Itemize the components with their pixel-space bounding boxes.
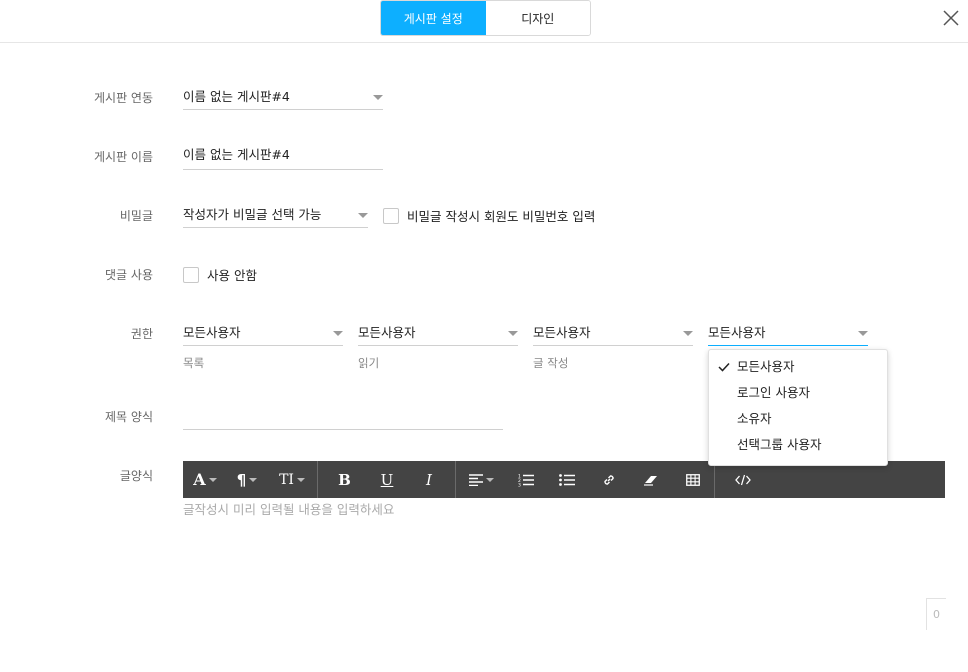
close-icon [943, 10, 959, 26]
permission-read-sublabel: 읽기 [358, 356, 380, 370]
italic-icon: I [426, 470, 432, 489]
close-button[interactable] [942, 9, 960, 27]
permission-write-sublabel: 글 작성 [533, 356, 569, 370]
permission-dropdown-menu: 모든사용자 로그인 사용자 소유자 선택그룹 사용자 [708, 349, 888, 466]
tab-design[interactable]: 디자인 [485, 1, 590, 35]
permission-write-value: 모든사용자 [533, 325, 591, 340]
dropdown-option-label: 선택그룹 사용자 [737, 437, 822, 452]
link-button[interactable] [588, 461, 630, 498]
secret-password-checkbox-label: 비밀글 작성시 회원도 비밀번호 입력 [407, 209, 596, 224]
paragraph-button[interactable]: ¶ [227, 461, 267, 498]
comment-disable-label: 사용 안함 [207, 268, 257, 283]
checkbox-box[interactable] [183, 266, 199, 283]
dropdown-option-logged-in[interactable]: 로그인 사용자 [709, 380, 887, 406]
chevron-down-icon [508, 331, 518, 336]
title-format-label: 제목 양식 [105, 410, 153, 424]
board-name-input[interactable]: 이름 없는 게시판#4 [183, 142, 383, 170]
top-bar: 게시판 설정 디자인 [0, 0, 968, 43]
font-size-icon: TI [279, 471, 294, 488]
comment-disable-checkbox[interactable]: 사용 안함 [183, 265, 257, 284]
italic-button[interactable]: I [403, 461, 455, 498]
comment-label: 댓글 사용 [105, 268, 153, 282]
permission-list-select[interactable]: 모든사용자 [183, 320, 343, 346]
code-icon [735, 474, 751, 485]
eraser-icon [644, 475, 657, 486]
body-format-editor[interactable]: 글작성시 미리 입력될 내용을 입력하세요 [183, 499, 394, 518]
font-size-button[interactable]: TI [267, 461, 317, 498]
eraser-button[interactable] [630, 461, 672, 498]
align-left-icon [468, 473, 483, 486]
table-icon [686, 473, 700, 486]
secret-post-select[interactable]: 작성자가 비밀글 선택 가능 [183, 202, 368, 228]
bold-button[interactable]: B [318, 461, 371, 498]
chevron-down-icon [858, 331, 868, 336]
board-name-value: 이름 없는 게시판#4 [183, 147, 290, 162]
tab-group: 게시판 설정 디자인 [380, 0, 591, 36]
editor-toolbar: A ¶ TI B U I 1 2 3 [183, 461, 945, 498]
paragraph-icon: ¶ [236, 470, 247, 489]
bullet-list-button[interactable] [546, 461, 588, 498]
chevron-down-icon [358, 213, 368, 218]
dropdown-option-owner[interactable]: 소유자 [709, 406, 887, 432]
chevron-down-icon [333, 331, 343, 336]
permission-read-value: 모든사용자 [358, 325, 416, 340]
dropdown-option-selected-group[interactable]: 선택그룹 사용자 [709, 432, 887, 458]
checkbox-box[interactable] [383, 207, 399, 224]
font-icon: A [193, 470, 206, 489]
table-button[interactable] [672, 461, 714, 498]
secret-post-value: 작성자가 비밀글 선택 가능 [183, 207, 322, 222]
permission-comment-select[interactable]: 모든사용자 [708, 320, 868, 346]
board-link-value: 이름 없는 게시판#4 [183, 89, 290, 104]
link-icon [604, 474, 614, 485]
body-format-label: 글양식 [119, 469, 153, 483]
secret-post-label: 비밀글 [119, 209, 153, 223]
chevron-down-icon [373, 95, 383, 100]
underline-icon: U [380, 470, 394, 489]
bold-icon: B [338, 470, 351, 489]
permission-read-select[interactable]: 모든사용자 [358, 320, 518, 346]
svg-text:3: 3 [518, 482, 521, 487]
title-format-input[interactable] [183, 402, 503, 430]
dropdown-option-all-users[interactable]: 모든사용자 [709, 354, 887, 380]
dropdown-option-label: 모든사용자 [737, 359, 795, 374]
html-source-button[interactable] [715, 461, 771, 498]
permission-write-select[interactable]: 모든사용자 [533, 320, 693, 346]
tab-board-settings[interactable]: 게시판 설정 [381, 1, 486, 35]
char-count: 0 [926, 598, 946, 630]
underline-button[interactable]: U [371, 461, 403, 498]
chevron-down-icon [683, 331, 693, 336]
permission-list-value: 모든사용자 [183, 325, 241, 340]
dropdown-option-label: 소유자 [737, 411, 772, 426]
permission-list-sublabel: 목록 [183, 356, 205, 370]
align-button[interactable] [456, 461, 506, 498]
permission-label: 권한 [130, 327, 153, 341]
ordered-list-icon: 1 2 3 [518, 473, 534, 487]
board-name-label: 게시판 이름 [93, 150, 153, 164]
board-link-select[interactable]: 이름 없는 게시판#4 [183, 84, 383, 110]
secret-password-checkbox[interactable]: 비밀글 작성시 회원도 비밀번호 입력 [383, 206, 595, 225]
bullet-list-icon [559, 473, 575, 486]
permission-comment-value: 모든사용자 [708, 325, 766, 340]
font-button[interactable]: A [183, 461, 227, 498]
board-link-label: 게시판 연동 [93, 91, 153, 105]
ordered-list-button[interactable]: 1 2 3 [506, 461, 546, 498]
checkmark-icon [718, 362, 730, 372]
dropdown-option-label: 로그인 사용자 [737, 385, 810, 400]
